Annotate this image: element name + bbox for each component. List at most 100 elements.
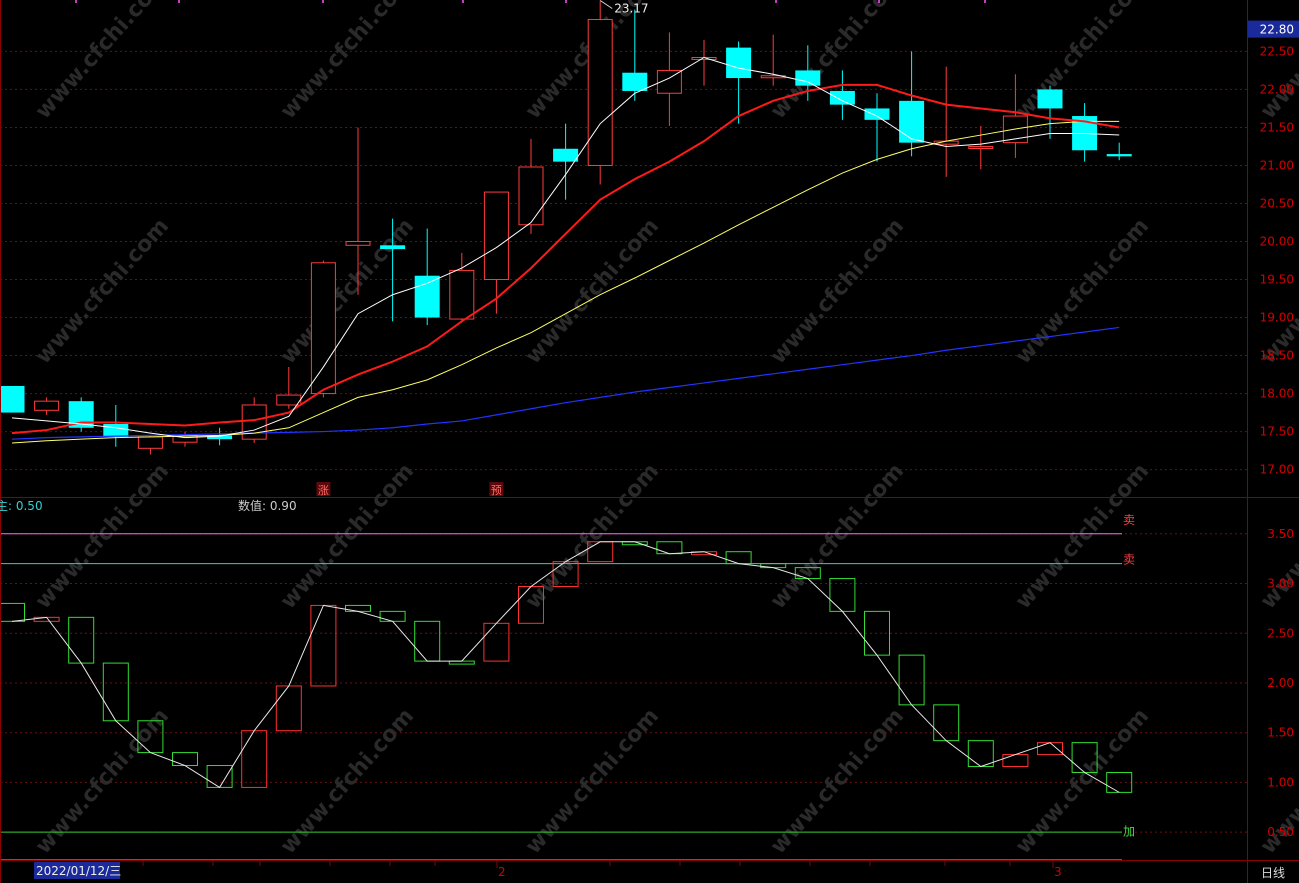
indicator-box[interactable] [379, 610, 406, 622]
indicator-axis-tick: 1.50 [1267, 726, 1294, 740]
indicator-side-label: 卖 [1123, 553, 1135, 567]
top-tick [984, 0, 986, 3]
indicator-box[interactable] [1002, 754, 1029, 768]
top-tick [322, 0, 324, 3]
month-label: 2 [498, 865, 506, 879]
candle-body [622, 72, 648, 91]
indicator-box[interactable] [206, 765, 233, 788]
candle-body [968, 145, 994, 149]
top-tick [75, 0, 77, 3]
indicator-box[interactable] [933, 704, 960, 742]
indicator-box[interactable] [483, 622, 510, 662]
watermark-text: www.cfchi.com [276, 459, 419, 614]
indicator-axis-tick: 3.50 [1267, 527, 1294, 541]
candlestick[interactable] [0, 385, 25, 413]
candlestick[interactable] [34, 397, 60, 415]
watermark-text: www.cfchi.com [1011, 459, 1154, 614]
candle-body [553, 148, 579, 162]
watermark-text: www.cfchi.com [766, 704, 909, 859]
candlestick[interactable] [414, 228, 440, 326]
candlestick[interactable] [68, 397, 94, 432]
candlestick[interactable] [933, 66, 959, 177]
candlestick[interactable] [1002, 74, 1028, 158]
indicator-box[interactable] [0, 602, 25, 622]
candle-body [899, 100, 925, 143]
indicator-axis-tick: 1.00 [1267, 775, 1294, 789]
price-axis-tick: 19.50 [1260, 273, 1294, 287]
candlestick[interactable] [137, 435, 163, 455]
indicator-box[interactable] [967, 740, 994, 768]
candlestick[interactable] [1072, 103, 1098, 162]
candle-body [449, 269, 475, 320]
indicator-box[interactable] [102, 662, 129, 722]
indicator-box[interactable] [68, 616, 95, 664]
indicator-axis-tick: 0.50 [1267, 825, 1294, 839]
candle-body [276, 394, 302, 406]
candlestick[interactable] [587, 0, 613, 185]
watermark-text: www.cfchi.com [1256, 0, 1299, 124]
price-axis-tick: 18.00 [1260, 387, 1294, 401]
high-pointer [599, 0, 613, 9]
candlestick[interactable] [1106, 142, 1132, 161]
indicator-box[interactable] [310, 604, 337, 687]
watermark-text: www.cfchi.com [766, 214, 909, 369]
top-tick [775, 0, 777, 3]
watermark-text: www.cfchi.com [521, 704, 664, 859]
candlestick[interactable] [276, 366, 302, 409]
stock-chart[interactable]: www.cfchi.com www.cfchi.com www.cfchi.com w… [0, 0, 1299, 883]
indicator-box[interactable] [275, 685, 302, 732]
candle-body [1037, 89, 1063, 109]
candle-body [34, 400, 60, 411]
candle-body [414, 275, 440, 318]
indicator-box[interactable] [345, 604, 371, 612]
candle-body [864, 108, 890, 120]
candlestick[interactable] [103, 404, 129, 447]
candlestick[interactable] [829, 70, 855, 120]
indicator-axis-tick: 3.00 [1267, 577, 1294, 591]
indicator-axis-tick: 2.50 [1267, 626, 1294, 640]
candlestick[interactable] [760, 34, 786, 86]
period-tab[interactable]: 日线 [1249, 861, 1299, 883]
cursor-date-label: 2022/01/12/三 [36, 864, 121, 878]
candlestick[interactable] [518, 138, 544, 234]
indicator-box[interactable] [241, 730, 268, 788]
top-tick [565, 0, 567, 3]
watermark-text: www.cfchi.com [276, 704, 419, 859]
indicator-axis-tick: 2.00 [1267, 676, 1294, 690]
signal-marker: 涨 [316, 482, 331, 497]
watermark-text: www.cfchi.com [31, 459, 174, 614]
indicator-box[interactable] [1037, 742, 1063, 756]
indicator-box[interactable] [725, 551, 752, 565]
signal-marker-text: 预 [491, 484, 502, 497]
watermark-text: www.cfchi.com [521, 214, 664, 369]
candlestick[interactable] [656, 32, 682, 126]
candle-body [587, 18, 613, 166]
candlestick[interactable] [310, 260, 336, 398]
watermark-text: www.cfchi.com [31, 214, 174, 369]
price-axis-tick: 22.00 [1260, 82, 1294, 96]
candle-body [518, 166, 544, 226]
price-axis-tick: 18.50 [1260, 349, 1294, 363]
watermark-text: www.cfchi.com [276, 0, 419, 124]
candlestick[interactable] [968, 125, 994, 170]
current-price-label: 22.80 [1260, 23, 1294, 37]
signal-marker-text: 涨 [318, 484, 329, 497]
indicator-top-label: 卖 [1123, 513, 1135, 527]
candle-body [103, 423, 129, 437]
indicator-box[interactable] [414, 620, 441, 662]
watermark-text: www.cfchi.com [1011, 0, 1154, 124]
high-price-label: 23.17 [614, 1, 648, 15]
watermark-text: www.cfchi.com [31, 0, 174, 124]
indicator-box[interactable] [656, 541, 683, 555]
price-axis-tick: 17.50 [1260, 425, 1294, 439]
price-axis-tick: 17.00 [1260, 463, 1294, 477]
watermark-text: www.cfchi.com [1011, 214, 1154, 369]
top-tick [462, 0, 464, 3]
indicator-box[interactable] [898, 654, 925, 706]
price-axis-tick: 20.50 [1260, 196, 1294, 210]
top-tick [178, 0, 180, 3]
indicator-box[interactable] [172, 752, 198, 767]
signal-marker: 预 [489, 482, 504, 497]
candle-body [0, 385, 25, 413]
candlestick[interactable] [1037, 85, 1063, 139]
